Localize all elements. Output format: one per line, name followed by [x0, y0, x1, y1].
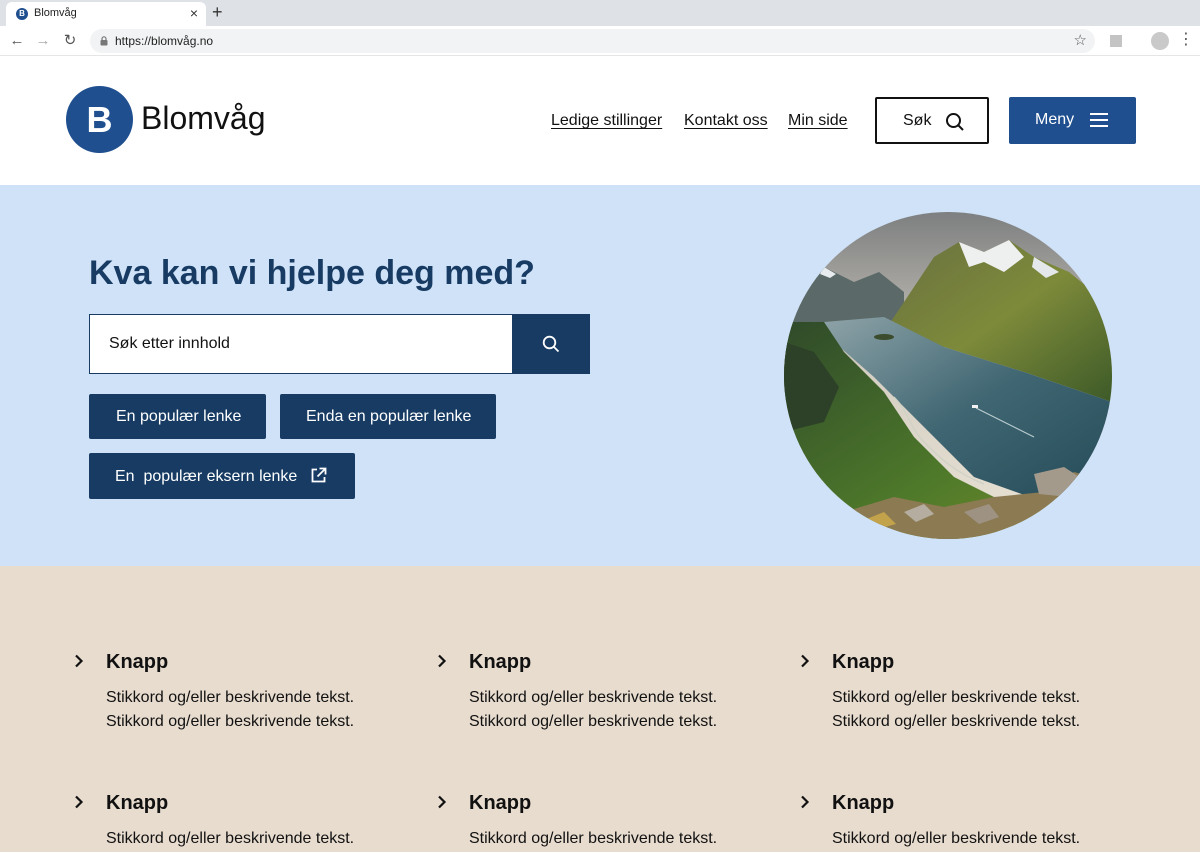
- chevron-right-icon: [801, 654, 810, 668]
- browser-tab-bar: B Blomvåg × +: [0, 0, 1200, 26]
- header-search-button[interactable]: Søk: [875, 97, 989, 144]
- back-icon[interactable]: ←: [7, 31, 27, 51]
- chevron-right-icon: [801, 795, 810, 809]
- browser-tab[interactable]: B Blomvåg ×: [6, 2, 206, 26]
- search-icon: [946, 113, 964, 131]
- chevron-right-icon: [438, 795, 447, 809]
- close-tab-icon[interactable]: ×: [190, 5, 198, 21]
- chevron-right-icon: [75, 654, 84, 668]
- address-bar[interactable]: https://blomvåg.no ☆: [90, 29, 1095, 53]
- browser-menu-icon[interactable]: ⋮: [1178, 31, 1194, 49]
- card-description: Stikkord og/eller beskrivende tekst.: [469, 713, 718, 730]
- logo-mark[interactable]: B: [66, 86, 133, 153]
- card-link-2[interactable]: Knapp Stikkord og/eller beskrivende teks…: [437, 651, 757, 741]
- header-menu-button[interactable]: Meny: [1009, 97, 1136, 144]
- url-text: https://blomvåg.no: [115, 34, 214, 48]
- logo-text[interactable]: Blomvåg: [141, 100, 266, 137]
- hero-search-submit-button[interactable]: [512, 314, 590, 374]
- external-link-button[interactable]: En populær eksern lenke: [89, 453, 355, 499]
- card-description: Stikkord og/eller beskrivende tekst.: [469, 689, 718, 706]
- header-search-label: Søk: [903, 112, 932, 129]
- new-tab-icon[interactable]: +: [212, 2, 223, 22]
- nav-link-kontakt-oss[interactable]: Kontakt oss: [684, 112, 768, 130]
- nav-link-min-side[interactable]: Min side: [788, 112, 848, 130]
- chevron-right-icon: [75, 795, 84, 809]
- site-header: B Blomvåg Ledige stillinger Kontakt oss …: [0, 57, 1200, 185]
- card-link-3[interactable]: Knapp Stikkord og/eller beskrivende teks…: [800, 651, 1120, 741]
- chevron-right-icon: [438, 654, 447, 668]
- card-description: Stikkord og/eller beskrivende tekst.: [106, 713, 355, 730]
- card-title: Knapp: [469, 651, 532, 673]
- hero-search-input[interactable]: [89, 314, 513, 374]
- card-link-1[interactable]: Knapp Stikkord og/eller beskrivende teks…: [74, 651, 394, 741]
- card-description: Stikkord og/eller beskrivende tekst.: [106, 830, 355, 847]
- card-description: Stikkord og/eller beskrivende tekst.: [106, 689, 355, 706]
- card-description: Stikkord og/eller beskrivende tekst.: [832, 713, 1081, 730]
- link-card-section: Knapp Stikkord og/eller beskrivende teks…: [0, 566, 1200, 852]
- hamburger-icon: [1090, 113, 1108, 127]
- popular-link-label-2: Enda en populær lenke: [306, 408, 472, 425]
- hero-fjord-image: [784, 212, 1112, 539]
- forward-icon[interactable]: →: [33, 31, 53, 51]
- hero-section: Kva kan vi hjelpe deg med? En populær le…: [0, 185, 1200, 566]
- card-description: Stikkord og/eller beskrivende tekst.: [469, 830, 718, 847]
- card-link-6[interactable]: Knapp Stikkord og/eller beskrivende teks…: [800, 792, 1120, 852]
- card-link-4[interactable]: Knapp Stikkord og/eller beskrivende teks…: [74, 792, 394, 852]
- reload-icon[interactable]: ↻: [60, 31, 80, 51]
- extension-icon[interactable]: [1110, 35, 1122, 47]
- external-link-label: En populær eksern lenke: [115, 468, 298, 485]
- search-icon: [542, 335, 560, 353]
- fjord-landscape-illustration: [784, 212, 1112, 539]
- card-title: Knapp: [106, 792, 169, 814]
- profile-avatar[interactable]: [1151, 32, 1169, 50]
- card-title: Knapp: [832, 792, 895, 814]
- nav-link-ledige-stillinger[interactable]: Ledige stillinger: [551, 112, 662, 130]
- tab-title: Blomvåg: [34, 7, 77, 19]
- header-menu-label: Meny: [1035, 111, 1075, 128]
- bookmark-star-icon[interactable]: ☆: [1074, 31, 1087, 49]
- favicon-icon: B: [16, 8, 28, 20]
- hero-title: Kva kan vi hjelpe deg med?: [89, 254, 535, 292]
- external-link-icon: [311, 467, 327, 483]
- card-title: Knapp: [832, 651, 895, 673]
- popular-link-label-1: En populær lenke: [116, 408, 242, 425]
- card-description: Stikkord og/eller beskrivende tekst.: [832, 689, 1081, 706]
- card-title: Knapp: [106, 651, 169, 673]
- card-title: Knapp: [469, 792, 532, 814]
- lock-icon: [100, 36, 108, 46]
- card-link-5[interactable]: Knapp Stikkord og/eller beskrivende teks…: [437, 792, 757, 852]
- browser-toolbar: ← → ↻ https://blomvåg.no ☆ ⋮: [0, 26, 1200, 56]
- popular-link-button-1[interactable]: En populær lenke: [89, 394, 266, 439]
- card-description: Stikkord og/eller beskrivende tekst.: [832, 830, 1081, 847]
- popular-link-button-2[interactable]: Enda en populær lenke: [280, 394, 496, 439]
